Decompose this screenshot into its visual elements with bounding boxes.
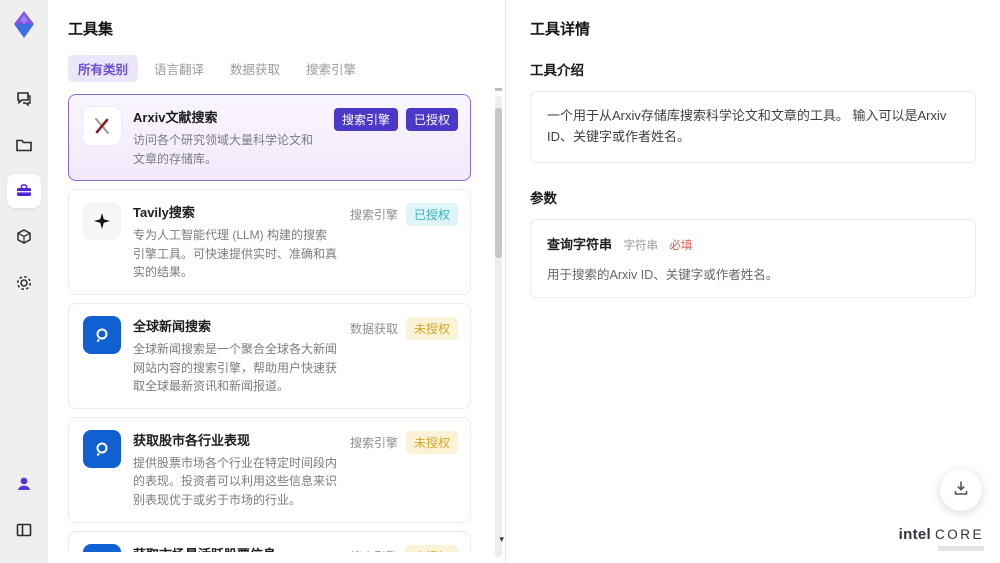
sidebar-item-chat[interactable] (7, 82, 41, 116)
tool-name: Tavily搜索 (133, 205, 195, 221)
tool-description: 专为人工智能代理 (LLM) 构建的搜索引擎工具。可快速提供实时、准确和真实的结… (133, 228, 338, 280)
tool-name: Arxiv文献搜索 (133, 110, 218, 125)
blue-search-icon (83, 315, 121, 354)
tool-card-arxiv[interactable]: Arxiv文献搜索 访问各个研究领域大量科学论文和文章的存储库。 搜索引擎 已授… (68, 94, 471, 182)
sidebar-item-account[interactable] (7, 467, 41, 501)
tab-all-categories[interactable]: 所有类别 (68, 55, 139, 82)
gear-icon (14, 273, 34, 293)
category-badge: 搜索引擎 (349, 208, 398, 223)
chat-icon (14, 89, 34, 109)
app-logo-icon (7, 8, 41, 42)
blue-search-icon (83, 429, 121, 468)
tool-card-tavily[interactable]: Tavily搜索 专为人工智能代理 (LLM) 构建的搜索引擎工具。可快速提供实… (68, 189, 471, 295)
auth-status-badge: 未授权 (405, 316, 458, 340)
left-rail (0, 0, 48, 563)
param-box: 查询字符串 字符串 必填 用于搜索的Arxiv ID、关键字或作者姓名。 (530, 218, 976, 298)
package-icon (14, 227, 34, 247)
sidebar-item-settings[interactable] (7, 266, 41, 300)
auth-status-badge: 未授权 (405, 544, 458, 552)
auth-status-badge: 已授权 (405, 203, 458, 227)
page-title: 工具集 (68, 21, 114, 38)
tool-description: 全球新闻搜索是一个聚合全球各大新闻网站内容的搜索引擎，帮助用户快速获取全球最新资… (133, 341, 338, 394)
params-heading: 参数 (530, 190, 557, 206)
tool-list-panel: 工具集 所有类别 语言翻译 数据获取 搜索引擎 Arxiv文献搜索 访问各个研究… (48, 0, 505, 563)
toolbox-icon (14, 181, 34, 201)
category-tabs: 所有类别 语言翻译 数据获取 搜索引擎 (68, 55, 487, 82)
list-scrollbar[interactable] (495, 88, 502, 557)
param-type: 字符串 (623, 239, 658, 252)
category-badge: 数据获取 (349, 321, 398, 336)
tab-search-engine[interactable]: 搜索引擎 (296, 55, 366, 82)
brand-sub-mark (938, 546, 984, 551)
param-required-badge: 必填 (669, 239, 693, 252)
tool-detail-panel: 工具详情 工具介绍 一个用于从Arxiv存储库搜索科学论文和文章的工具。 输入可… (505, 0, 1000, 563)
four-point-star-icon (83, 202, 121, 241)
detail-title: 工具详情 (530, 21, 591, 38)
tool-card-stock-sectors[interactable]: 获取股市各行业表现 提供股票市场各个行业在特定时间段内的表现。投资者可以利用这些… (68, 416, 471, 523)
arxiv-logo-icon (83, 107, 121, 145)
blue-search-icon (83, 543, 121, 552)
panel-toggle-icon (14, 520, 34, 540)
brand-core-text: core (934, 527, 984, 542)
category-badge: 搜索引擎 (350, 545, 398, 552)
auth-status-badge: 已授权 (405, 108, 458, 131)
tool-description: 提供股票市场各个行业在特定时间段内的表现。投资者可以利用这些信息来识别表现优于或… (133, 455, 338, 507)
app-window: 工具集 所有类别 语言翻译 数据获取 搜索引擎 Arxiv文献搜索 访问各个研究… (0, 0, 1000, 563)
param-description: 用于搜索的Arxiv ID、关键字或作者姓名。 (547, 267, 779, 282)
tool-card-list: Arxiv文献搜索 访问各个研究领域大量科学论文和文章的存储库。 搜索引擎 已授… (68, 94, 487, 552)
intro-heading: 工具介绍 (530, 63, 584, 78)
intro-box: 一个用于从Arxiv存储库搜索科学论文和文章的工具。 输入可以是Arxiv ID… (530, 91, 976, 163)
tool-name: 获取股市各行业表现 (133, 432, 251, 448)
brand-intel-text: intel (898, 526, 931, 543)
param-name: 查询字符串 (547, 236, 613, 252)
scroll-down-arrow[interactable]: ▾ (499, 534, 504, 545)
sidebar-item-collapse[interactable] (7, 513, 41, 547)
sidebar-item-packages[interactable] (7, 220, 41, 254)
scrollbar-thumb[interactable] (495, 108, 502, 258)
category-badge: 搜索引擎 (333, 108, 398, 131)
intel-core-logo: intel core (899, 526, 984, 551)
sidebar-item-files[interactable] (7, 128, 41, 162)
tool-name: 获取市场最活跃股票信息 (133, 544, 338, 552)
tool-name: 全球新闻搜索 (133, 318, 212, 334)
tab-data-fetch[interactable]: 数据获取 (220, 55, 290, 82)
auth-status-badge: 未授权 (405, 430, 458, 454)
scrollbar-up-arrow[interactable] (495, 88, 502, 91)
download-button[interactable] (940, 469, 982, 511)
category-badge: 搜索引擎 (349, 435, 398, 450)
folder-icon (14, 135, 34, 155)
tool-card-global-news[interactable]: 全球新闻搜索 全球新闻搜索是一个聚合全球各大新闻网站内容的搜索引擎，帮助用户快速… (68, 302, 471, 409)
intro-text: 一个用于从Arxiv存储库搜索科学论文和文章的工具。 输入可以是Arxiv ID… (547, 108, 947, 144)
tool-card-active-stocks[interactable]: 获取市场最活跃股票信息 提供当天交易量最高的股票列表，投资者可以利用这些信息来识… (68, 530, 471, 552)
tool-description: 访问各个研究领域大量科学论文和文章的存储库。 (133, 133, 314, 166)
user-icon (14, 474, 34, 494)
sidebar-item-toolbox[interactable] (7, 174, 41, 208)
tab-translation[interactable]: 语言翻译 (144, 55, 214, 82)
main-content: 工具集 所有类别 语言翻译 数据获取 搜索引擎 Arxiv文献搜索 访问各个研究… (48, 0, 1000, 563)
download-icon (951, 478, 971, 503)
